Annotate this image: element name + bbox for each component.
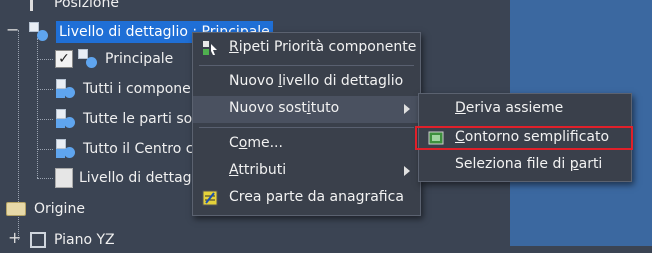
tree-item-posizione[interactable]: Posizione xyxy=(30,0,119,16)
tree-item-origine[interactable]: Origine xyxy=(6,196,85,222)
tree-item-tutto-centro[interactable]: Tutto il Centro c xyxy=(55,136,193,162)
component-icon xyxy=(55,78,77,100)
tree-item-tutti-componenti[interactable]: Tutti i compone xyxy=(55,76,191,102)
collapse-icon[interactable]: − xyxy=(6,22,19,38)
menu-separator xyxy=(199,65,414,66)
tree-line xyxy=(37,178,53,179)
folder-icon xyxy=(6,202,26,216)
menu-item-repeat-component-priority[interactable]: Ripeti Priorità componente xyxy=(193,35,420,62)
annotation-highlight-box xyxy=(415,126,633,150)
component-icon xyxy=(55,138,77,160)
tree-line xyxy=(37,149,53,150)
tree-line xyxy=(37,59,53,60)
menu-item-new-level-of-detail[interactable]: Nuovo livello di dettaglio xyxy=(193,69,420,96)
menu-item-new-substitute[interactable]: Nuovo sostituto xyxy=(193,96,420,123)
tree-item-label: Origine xyxy=(34,201,85,217)
menu-item-attributes[interactable]: Attributi xyxy=(193,158,420,185)
tree-item-principale[interactable]: ✓ Principale xyxy=(55,46,173,72)
priority-icon xyxy=(203,41,217,55)
tree-item-label: Livello di dettag xyxy=(79,170,192,186)
component-icon xyxy=(77,48,99,70)
tree-line xyxy=(37,119,53,120)
tree-item-tutte-parti[interactable]: Tutte le parti so xyxy=(55,106,192,132)
tree-item-livello-dettaglio[interactable]: Livello di dettag xyxy=(55,165,192,191)
position-icon xyxy=(30,0,44,11)
component-icon xyxy=(55,108,77,130)
menu-item-derive-assembly[interactable]: Deriva assieme xyxy=(419,96,631,123)
menu-item-how-to[interactable]: Come... xyxy=(193,131,420,158)
checkmark-icon: ✓ xyxy=(55,50,73,68)
context-menu: Ripeti Priorità componente Nuovo livello… xyxy=(192,32,421,216)
registry-icon xyxy=(202,190,218,206)
tree-item-label: Posizione xyxy=(54,0,119,11)
component-icon xyxy=(28,21,50,43)
menu-item-create-part-from-registry[interactable]: Crea parte da anagrafica xyxy=(193,185,420,212)
menu-separator xyxy=(199,127,414,128)
tree-item-label: Tutto il Centro c xyxy=(83,141,194,157)
expand-icon[interactable]: + xyxy=(8,230,21,246)
submenu-arrow-icon xyxy=(404,166,410,176)
tree-item-label: Principale xyxy=(105,51,174,67)
tree-item-label: Tutte le parti so xyxy=(83,111,193,127)
document-icon xyxy=(55,168,73,188)
tree-item-label: Tutti i compone xyxy=(83,81,191,97)
submenu-arrow-icon xyxy=(404,104,410,114)
menu-item-select-parts-file[interactable]: Seleziona file di parti xyxy=(419,152,631,179)
tree-line xyxy=(37,89,53,90)
tree-item-piano-yz[interactable]: Piano YZ xyxy=(30,227,115,253)
